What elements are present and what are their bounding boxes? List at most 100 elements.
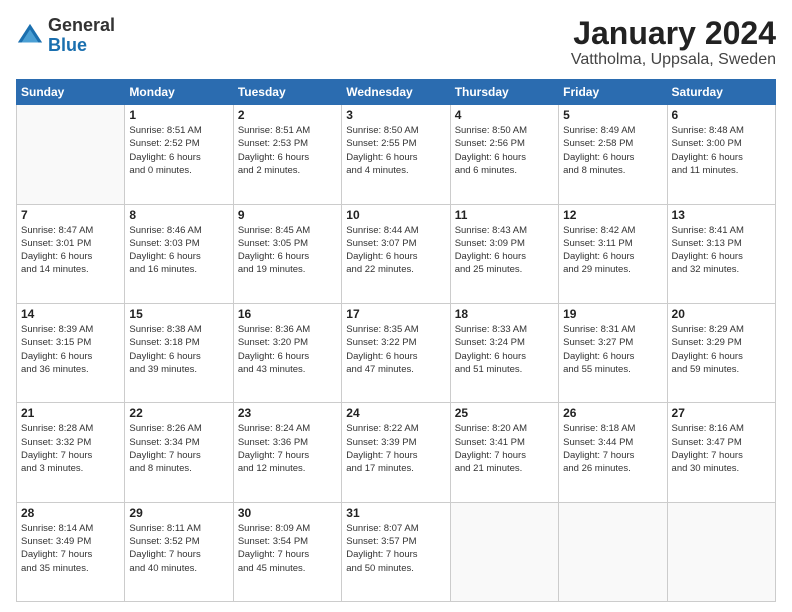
calendar-cell: 17Sunrise: 8:35 AM Sunset: 3:22 PM Dayli…: [342, 303, 450, 402]
day-number: 29: [129, 506, 228, 520]
day-number: 22: [129, 406, 228, 420]
week-row-4: 21Sunrise: 8:28 AM Sunset: 3:32 PM Dayli…: [17, 403, 776, 502]
day-number: 6: [672, 108, 771, 122]
cell-info: Sunrise: 8:43 AM Sunset: 3:09 PM Dayligh…: [455, 224, 554, 277]
cell-info: Sunrise: 8:16 AM Sunset: 3:47 PM Dayligh…: [672, 422, 771, 475]
cell-info: Sunrise: 8:07 AM Sunset: 3:57 PM Dayligh…: [346, 522, 445, 575]
cell-info: Sunrise: 8:11 AM Sunset: 3:52 PM Dayligh…: [129, 522, 228, 575]
day-header-saturday: Saturday: [667, 80, 775, 105]
cell-info: Sunrise: 8:41 AM Sunset: 3:13 PM Dayligh…: [672, 224, 771, 277]
cell-info: Sunrise: 8:44 AM Sunset: 3:07 PM Dayligh…: [346, 224, 445, 277]
cell-info: Sunrise: 8:46 AM Sunset: 3:03 PM Dayligh…: [129, 224, 228, 277]
calendar-cell: 15 Sunrise: 8:38 AM Sunset: 3:18 PM Dayli…: [125, 303, 233, 402]
calendar-cell: 31Sunrise: 8:07 AM Sunset: 3:57 PM Dayli…: [342, 502, 450, 601]
cell-info: Sunrise: 8:35 AM Sunset: 3:22 PM Dayligh…: [346, 323, 445, 376]
calendar-cell: 25 Sunrise: 8:20 AM Sunset: 3:41 PM Dayli…: [450, 403, 558, 502]
days-header-row: SundayMondayTuesdayWednesdayThursdayFrid…: [17, 80, 776, 105]
calendar-cell: [450, 502, 558, 601]
calendar-cell: 8 Sunrise: 8:46 AM Sunset: 3:03 PM Daylig…: [125, 204, 233, 303]
calendar-cell: [559, 502, 667, 601]
calendar-cell: 28 Sunrise: 8:14 AM Sunset: 3:49 PM Dayli…: [17, 502, 125, 601]
logo-icon: [16, 22, 44, 50]
week-row-3: 14Sunrise: 8:39 AM Sunset: 3:15 PM Dayli…: [17, 303, 776, 402]
cell-info: Sunrise: 8:38 AM Sunset: 3:18 PM Dayligh…: [129, 323, 228, 376]
cell-info: Sunrise: 8:09 AM Sunset: 3:54 PM Dayligh…: [238, 522, 337, 575]
calendar-cell: 26Sunrise: 8:18 AM Sunset: 3:44 PM Dayli…: [559, 403, 667, 502]
calendar-cell: 16Sunrise: 8:36 AM Sunset: 3:20 PM Dayli…: [233, 303, 341, 402]
cell-info: Sunrise: 8:50 AM Sunset: 2:55 PM Dayligh…: [346, 124, 445, 177]
calendar-cell: 30 Sunrise: 8:09 AM Sunset: 3:54 PM Dayli…: [233, 502, 341, 601]
day-number: 1: [129, 108, 228, 122]
calendar-cell: 12Sunrise: 8:42 AM Sunset: 3:11 PM Dayli…: [559, 204, 667, 303]
cell-info: Sunrise: 8:39 AM Sunset: 3:15 PM Dayligh…: [21, 323, 120, 376]
calendar-cell: 11 Sunrise: 8:43 AM Sunset: 3:09 PM Dayli…: [450, 204, 558, 303]
logo-text: General Blue: [48, 16, 115, 56]
day-number: 20: [672, 307, 771, 321]
calendar-cell: 13 Sunrise: 8:41 AM Sunset: 3:13 PM Dayli…: [667, 204, 775, 303]
day-number: 2: [238, 108, 337, 122]
day-header-tuesday: Tuesday: [233, 80, 341, 105]
week-row-5: 28 Sunrise: 8:14 AM Sunset: 3:49 PM Dayli…: [17, 502, 776, 601]
day-number: 4: [455, 108, 554, 122]
calendar-cell: 10Sunrise: 8:44 AM Sunset: 3:07 PM Dayli…: [342, 204, 450, 303]
cell-info: Sunrise: 8:20 AM Sunset: 3:41 PM Dayligh…: [455, 422, 554, 475]
day-number: 11: [455, 208, 554, 222]
day-number: 18: [455, 307, 554, 321]
cell-info: Sunrise: 8:45 AM Sunset: 3:05 PM Dayligh…: [238, 224, 337, 277]
calendar-cell: 14Sunrise: 8:39 AM Sunset: 3:15 PM Dayli…: [17, 303, 125, 402]
day-number: 25: [455, 406, 554, 420]
cell-info: Sunrise: 8:49 AM Sunset: 2:58 PM Dayligh…: [563, 124, 662, 177]
calendar-body: 1 Sunrise: 8:51 AM Sunset: 2:52 PM Daylig…: [17, 105, 776, 602]
day-number: 19: [563, 307, 662, 321]
day-number: 5: [563, 108, 662, 122]
day-number: 30: [238, 506, 337, 520]
calendar-cell: 22 Sunrise: 8:26 AM Sunset: 3:34 PM Dayli…: [125, 403, 233, 502]
day-number: 13: [672, 208, 771, 222]
cell-info: Sunrise: 8:31 AM Sunset: 3:27 PM Dayligh…: [563, 323, 662, 376]
cell-info: Sunrise: 8:48 AM Sunset: 3:00 PM Dayligh…: [672, 124, 771, 177]
calendar-cell: 19 Sunrise: 8:31 AM Sunset: 3:27 PM Dayli…: [559, 303, 667, 402]
calendar-cell: [667, 502, 775, 601]
cell-info: Sunrise: 8:18 AM Sunset: 3:44 PM Dayligh…: [563, 422, 662, 475]
day-number: 9: [238, 208, 337, 222]
calendar-cell: 2 Sunrise: 8:51 AM Sunset: 2:53 PM Daylig…: [233, 105, 341, 204]
cell-info: Sunrise: 8:51 AM Sunset: 2:52 PM Dayligh…: [129, 124, 228, 177]
calendar-cell: [17, 105, 125, 204]
day-header-monday: Monday: [125, 80, 233, 105]
calendar-cell: 29 Sunrise: 8:11 AM Sunset: 3:52 PM Dayli…: [125, 502, 233, 601]
day-header-sunday: Sunday: [17, 80, 125, 105]
calendar-cell: 9 Sunrise: 8:45 AM Sunset: 3:05 PM Daylig…: [233, 204, 341, 303]
calendar-cell: 5 Sunrise: 8:49 AM Sunset: 2:58 PM Daylig…: [559, 105, 667, 204]
day-number: 28: [21, 506, 120, 520]
cell-info: Sunrise: 8:33 AM Sunset: 3:24 PM Dayligh…: [455, 323, 554, 376]
calendar-cell: 7Sunrise: 8:47 AM Sunset: 3:01 PM Daylig…: [17, 204, 125, 303]
logo-blue-text: Blue: [48, 35, 87, 55]
cell-info: Sunrise: 8:47 AM Sunset: 3:01 PM Dayligh…: [21, 224, 120, 277]
calendar-header: SundayMondayTuesdayWednesdayThursdayFrid…: [17, 80, 776, 105]
day-number: 24: [346, 406, 445, 420]
day-header-friday: Friday: [559, 80, 667, 105]
week-row-1: 1 Sunrise: 8:51 AM Sunset: 2:52 PM Daylig…: [17, 105, 776, 204]
cell-info: Sunrise: 8:26 AM Sunset: 3:34 PM Dayligh…: [129, 422, 228, 475]
day-number: 8: [129, 208, 228, 222]
calendar-cell: 21Sunrise: 8:28 AM Sunset: 3:32 PM Dayli…: [17, 403, 125, 502]
cell-info: Sunrise: 8:28 AM Sunset: 3:32 PM Dayligh…: [21, 422, 120, 475]
week-row-2: 7Sunrise: 8:47 AM Sunset: 3:01 PM Daylig…: [17, 204, 776, 303]
logo-general-text: General: [48, 15, 115, 35]
location: Vattholma, Uppsala, Sweden: [571, 51, 776, 69]
cell-info: Sunrise: 8:14 AM Sunset: 3:49 PM Dayligh…: [21, 522, 120, 575]
day-header-wednesday: Wednesday: [342, 80, 450, 105]
day-number: 3: [346, 108, 445, 122]
month-year: January 2024: [571, 16, 776, 51]
cell-info: Sunrise: 8:51 AM Sunset: 2:53 PM Dayligh…: [238, 124, 337, 177]
day-number: 15: [129, 307, 228, 321]
day-header-thursday: Thursday: [450, 80, 558, 105]
calendar-cell: 3 Sunrise: 8:50 AM Sunset: 2:55 PM Daylig…: [342, 105, 450, 204]
calendar-cell: 27Sunrise: 8:16 AM Sunset: 3:47 PM Dayli…: [667, 403, 775, 502]
cell-info: Sunrise: 8:29 AM Sunset: 3:29 PM Dayligh…: [672, 323, 771, 376]
logo: General Blue: [16, 16, 115, 56]
calendar-cell: 4Sunrise: 8:50 AM Sunset: 2:56 PM Daylig…: [450, 105, 558, 204]
calendar-table: SundayMondayTuesdayWednesdayThursdayFrid…: [16, 79, 776, 602]
title-block: January 2024 Vattholma, Uppsala, Sweden: [571, 16, 776, 69]
calendar-cell: 1 Sunrise: 8:51 AM Sunset: 2:52 PM Daylig…: [125, 105, 233, 204]
